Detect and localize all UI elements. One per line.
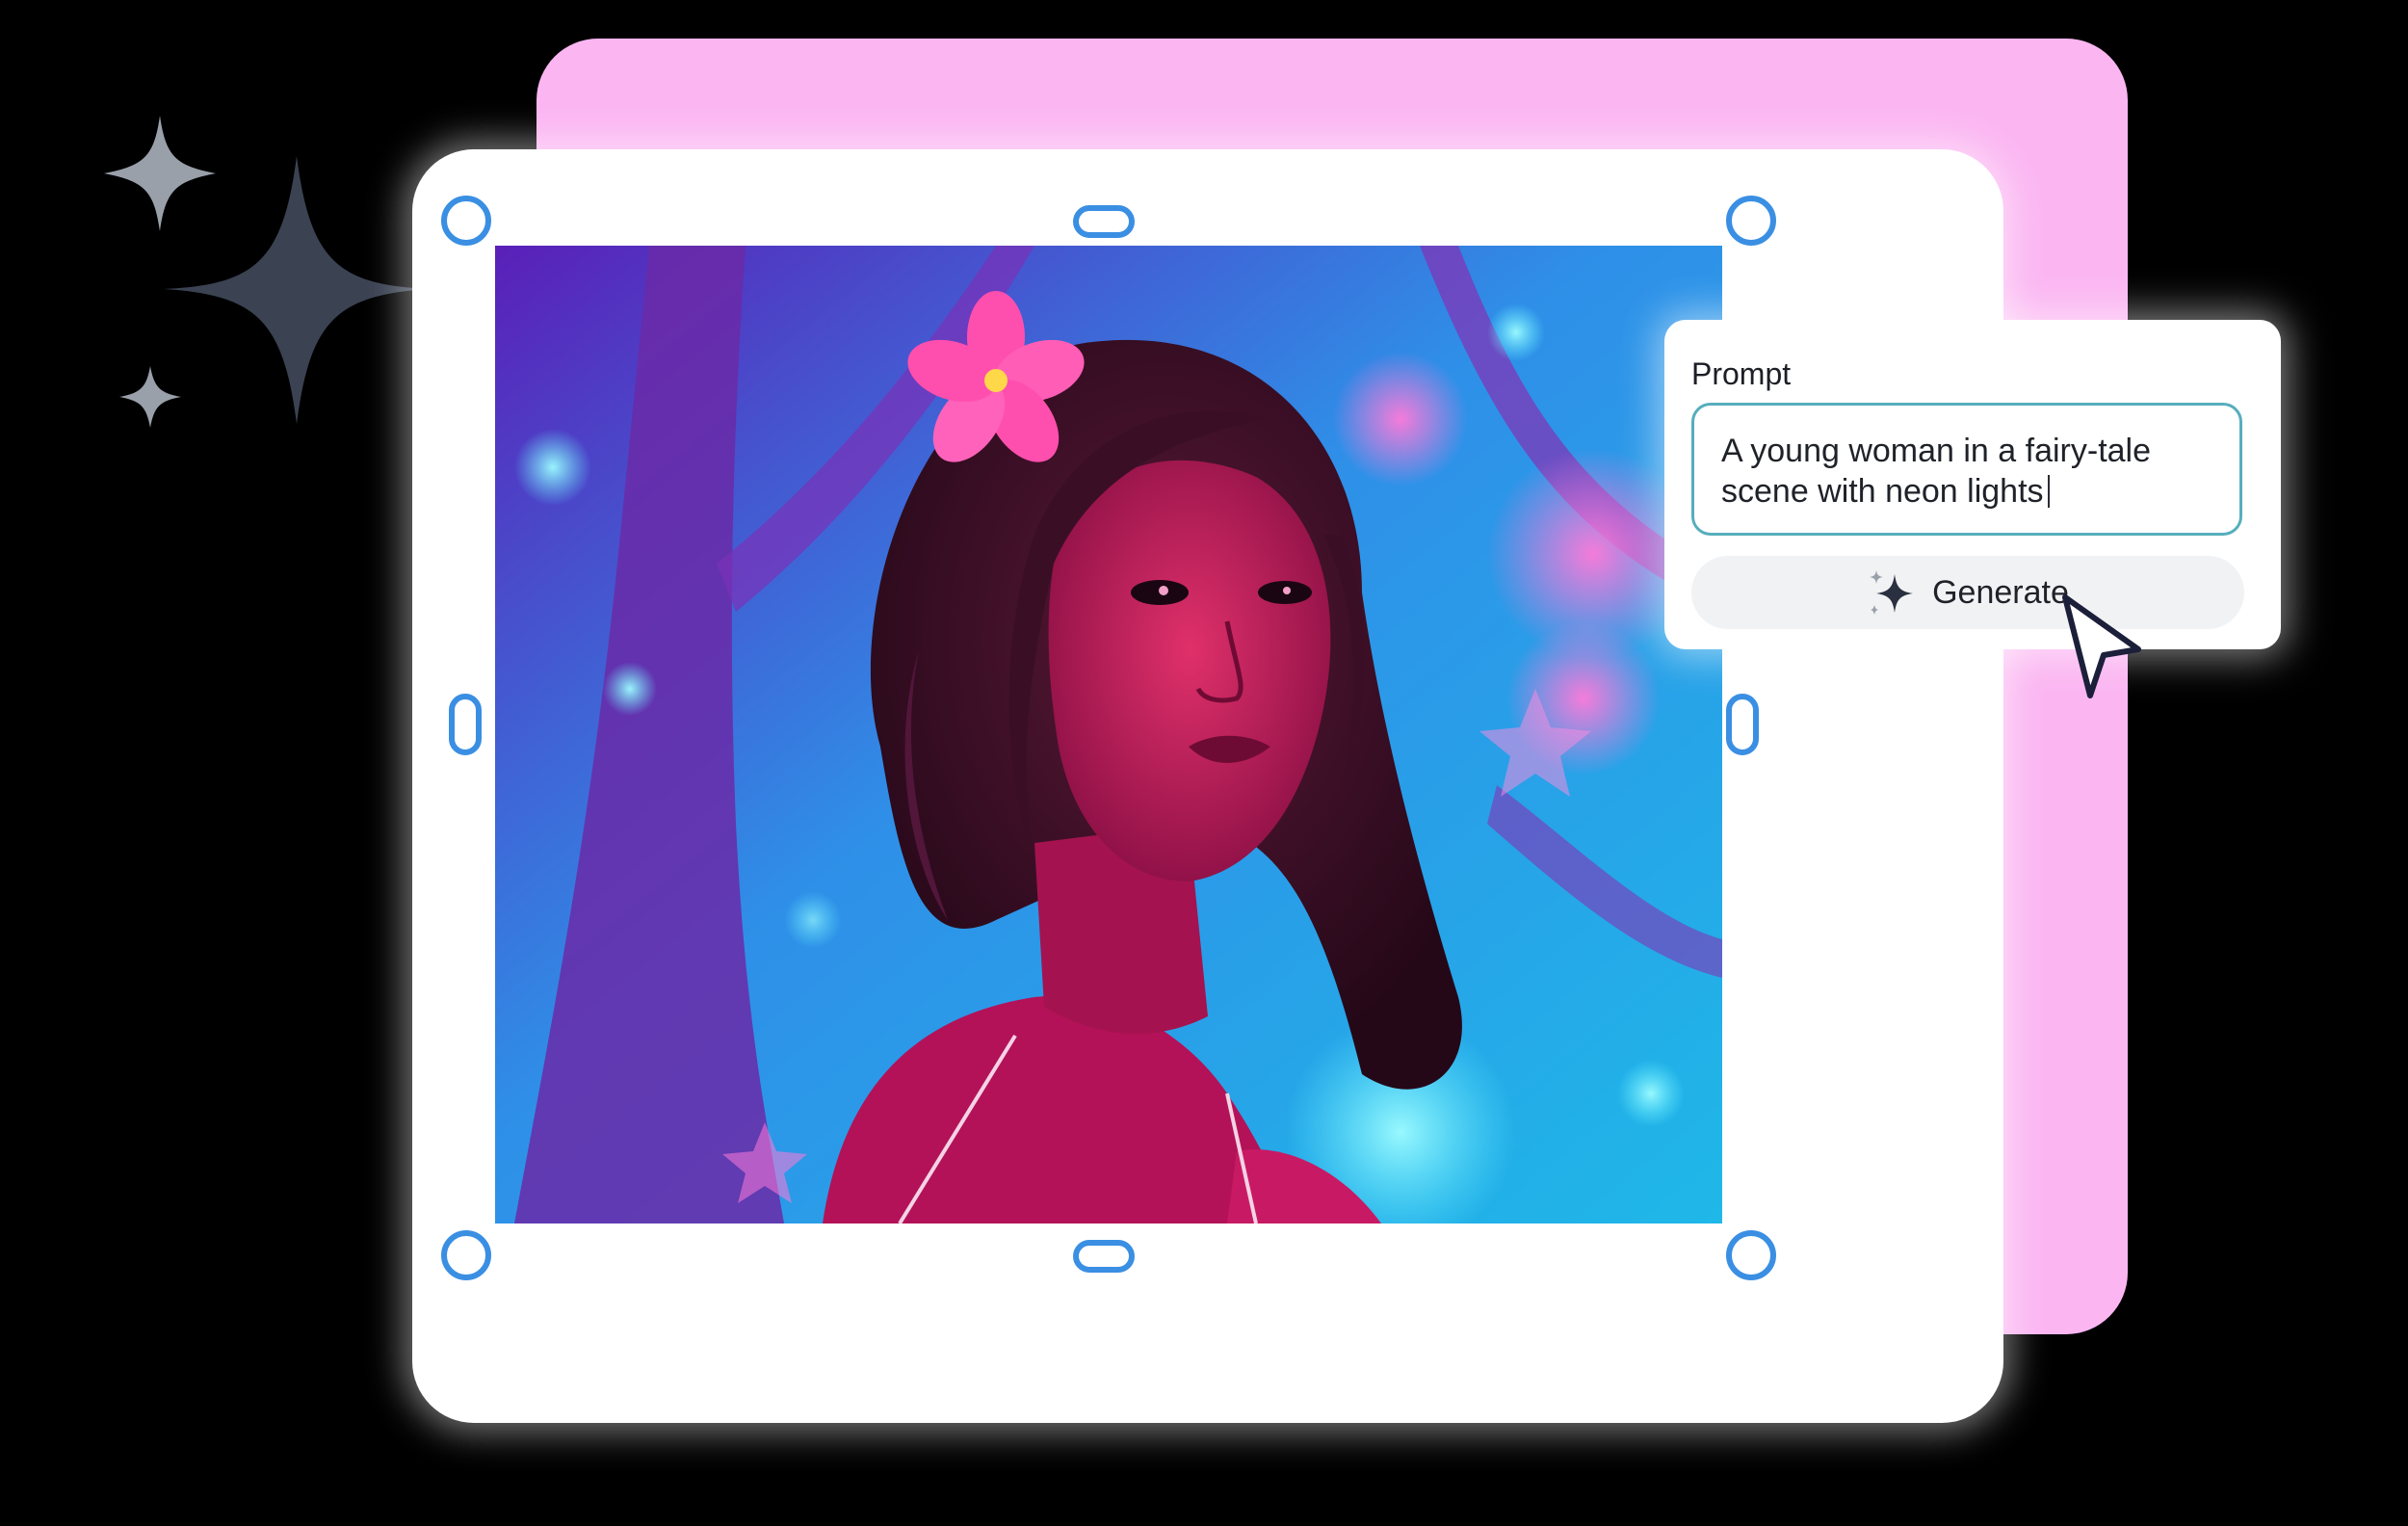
- generate-label: Generate: [1932, 573, 2069, 611]
- sparkle-icon: [1870, 570, 1914, 615]
- resize-handle-bottom-left[interactable]: [441, 1230, 491, 1280]
- sparkle-small-top-icon: [104, 116, 216, 231]
- sparkle-small-bottom-icon: [119, 366, 181, 428]
- sparkles-decoration-icon: [104, 116, 430, 428]
- prompt-text-line-2: scene with neon lights: [1721, 473, 2044, 510]
- resize-handle-top-left[interactable]: [441, 196, 491, 246]
- prompt-panel: Prompt A young woman in a fairy-tale sce…: [1664, 320, 2281, 649]
- generate-button[interactable]: Generate: [1691, 556, 2244, 629]
- prompt-text-line-1: A young woman in a fairy-tale: [1721, 433, 2152, 469]
- resize-handle-top-right[interactable]: [1726, 196, 1776, 246]
- text-caret: [2047, 475, 2050, 508]
- prompt-label: Prompt: [1691, 356, 1792, 391]
- generated-image[interactable]: [495, 246, 1722, 1223]
- resize-handle-bottom-right[interactable]: [1726, 1230, 1776, 1280]
- resize-handle-right[interactable]: [1726, 694, 1759, 755]
- prompt-input[interactable]: A young woman in a fairy-tale scene with…: [1691, 403, 2242, 536]
- resize-handle-bottom[interactable]: [1073, 1240, 1135, 1273]
- mouse-pointer-icon: [2062, 594, 2141, 698]
- resize-handle-left[interactable]: [449, 694, 482, 755]
- resize-handle-top[interactable]: [1073, 205, 1135, 238]
- sparkle-large-icon: [164, 156, 430, 424]
